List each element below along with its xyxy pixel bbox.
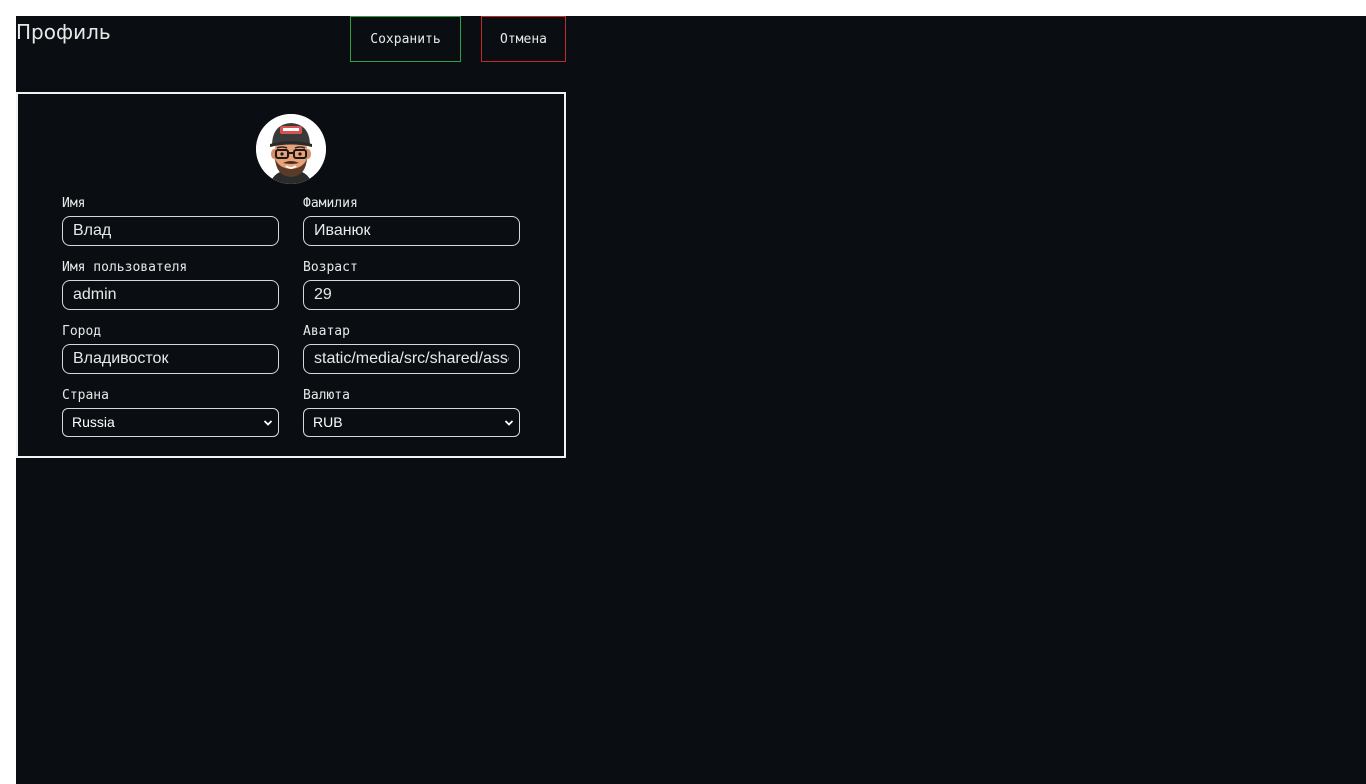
city-label: Город — [62, 324, 102, 339]
avatar-url-input[interactable] — [303, 344, 520, 374]
save-button[interactable]: Сохранить — [350, 16, 461, 62]
age-input[interactable] — [303, 280, 520, 310]
last-name-input[interactable] — [303, 216, 520, 246]
first-name-input[interactable] — [62, 216, 279, 246]
country-selected-value: Russia — [72, 414, 115, 430]
city-field: Город — [62, 324, 279, 374]
username-input[interactable] — [62, 280, 279, 310]
username-label: Имя пользователя — [62, 260, 188, 275]
city-input[interactable] — [62, 344, 279, 374]
avatar-cartoon-icon — [256, 114, 326, 184]
first-name-field: Имя — [62, 196, 279, 246]
age-field: Возраст — [303, 260, 520, 310]
currency-select[interactable]: RUB — [303, 408, 520, 437]
chevron-down-icon — [504, 420, 514, 426]
last-name-label: Фамилия — [303, 196, 358, 211]
country-label: Страна — [62, 388, 109, 403]
first-name-label: Имя — [62, 196, 86, 211]
last-name-field: Фамилия — [303, 196, 520, 246]
profile-card: Имя Фамилия Имя пользователя Возраст Гор… — [16, 92, 566, 458]
age-label: Возраст — [303, 260, 358, 275]
cancel-button[interactable]: Отмена — [481, 16, 566, 62]
country-select[interactable]: Russia — [62, 408, 279, 437]
username-field: Имя пользователя — [62, 260, 279, 310]
currency-field: Валюта RUB — [303, 388, 520, 437]
chevron-down-icon — [263, 420, 273, 426]
page-title: Профиль — [16, 20, 111, 44]
app-root: Профиль Сохранить Отмена Имя Влад Фамили… — [16, 16, 1366, 784]
country-field: Страна Russia — [62, 388, 279, 437]
avatar-url-field: Аватар — [303, 324, 520, 374]
avatar-url-label: Аватар — [303, 324, 350, 339]
avatar — [256, 114, 326, 184]
currency-label: Валюта — [303, 388, 350, 403]
currency-selected-value: RUB — [313, 414, 343, 430]
